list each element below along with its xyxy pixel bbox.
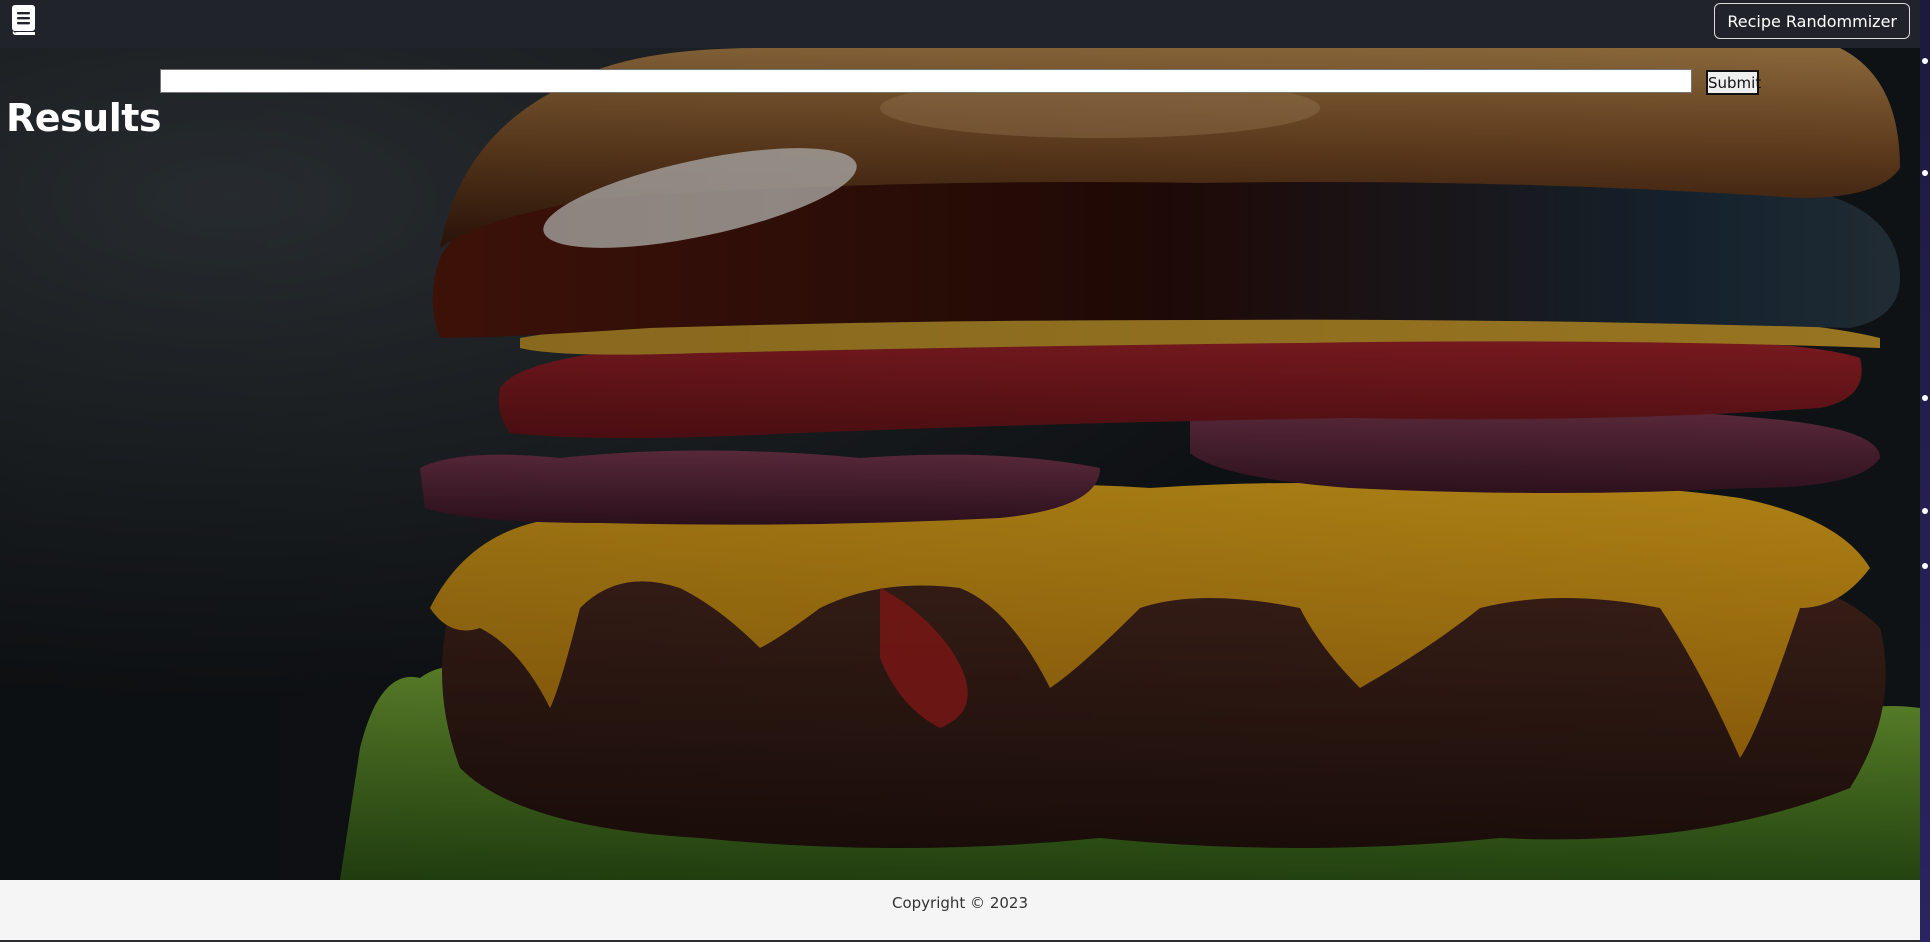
edge-dot [1922, 563, 1928, 569]
edge-dot [1922, 508, 1928, 514]
edge-dot [1922, 58, 1928, 64]
footer: Copyright © 2023 [0, 880, 1920, 940]
search-input[interactable] [160, 69, 1692, 93]
copyright-text: Copyright © 2023 [891, 894, 1028, 912]
page: Recipe Randommizer Submit Results Copyri… [0, 0, 1920, 942]
recipe-randomizer-button[interactable]: Recipe Randommizer [1714, 3, 1910, 39]
results-heading: Results [6, 96, 162, 140]
window-edge [1920, 0, 1930, 942]
hero-section: Submit Results [0, 48, 1920, 880]
submit-button[interactable]: Submit [1706, 70, 1761, 95]
edge-dot [1922, 170, 1928, 176]
navbar: Recipe Randommizer [0, 0, 1920, 48]
book-icon[interactable] [8, 4, 38, 36]
edge-dot [1922, 395, 1928, 401]
burger-background-image [0, 48, 1920, 880]
